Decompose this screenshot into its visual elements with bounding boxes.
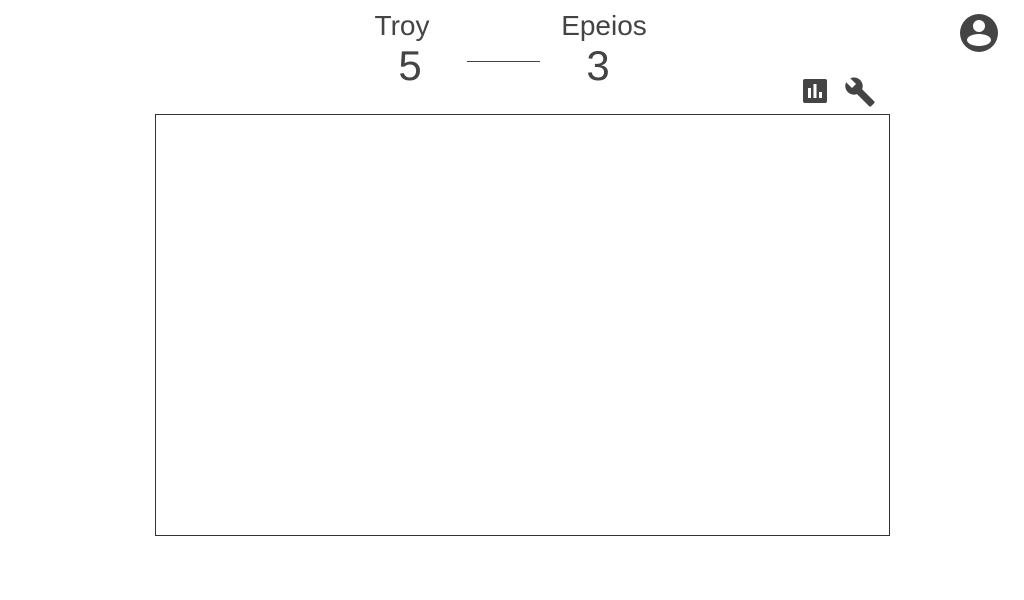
team-right-name: Epeios [561, 10, 647, 41]
team-left-score: 5 [398, 42, 422, 89]
wrench-icon [845, 77, 875, 107]
team-right-score: 3 [586, 42, 610, 89]
team-right: Epeios 3 [556, 10, 652, 90]
game-page: Troy 5 Epeios 3 [0, 0, 1024, 600]
account-circle-icon [960, 14, 998, 52]
account-button[interactable] [958, 12, 1000, 54]
settings-button[interactable] [844, 76, 876, 108]
team-left: Troy 5 [362, 10, 442, 90]
game-board[interactable] [155, 114, 890, 536]
team-left-name: Troy [374, 10, 430, 41]
bar-chart-icon [803, 79, 827, 103]
score-divider [467, 61, 540, 62]
stats-button[interactable] [802, 78, 828, 104]
